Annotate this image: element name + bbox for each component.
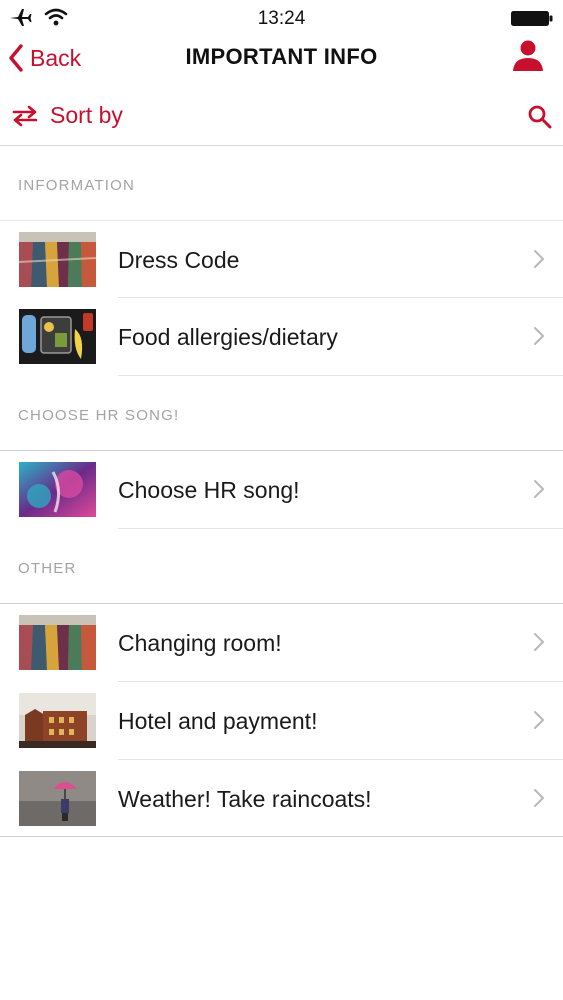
list-item-food-allergies[interactable]: Food allergies/dietary: [0, 298, 563, 375]
search-icon[interactable]: [527, 104, 553, 130]
section-title: OTHER: [18, 560, 77, 577]
clothes-rack-thumbnail: [19, 615, 96, 670]
sort-bar: Sort by: [0, 88, 563, 146]
divider: [0, 836, 563, 837]
clothes-rack-thumbnail: [19, 232, 96, 287]
list-item-dress-code[interactable]: Dress Code: [0, 221, 563, 298]
section-header-hr-song: CHOOSE HR SONG!: [0, 396, 563, 436]
status-bar: 13:24: [0, 0, 563, 36]
list-item-weather[interactable]: Weather! Take raincoats!: [0, 760, 563, 837]
list-item-label: Food allergies/dietary: [118, 324, 338, 350]
chevron-right-icon: [534, 250, 544, 268]
divider: [118, 528, 563, 529]
list-item-label: Hotel and payment!: [118, 708, 318, 734]
page-title: IMPORTANT INFO: [185, 44, 378, 69]
list-item-label: Changing room!: [118, 630, 282, 656]
umbrella-rain-thumbnail: [19, 771, 96, 826]
chevron-right-icon: [534, 789, 544, 807]
list-item-hr-song[interactable]: Choose HR song!: [0, 451, 563, 528]
swap-arrows-icon: [12, 105, 38, 126]
nav-bar: Back IMPORTANT INFO: [0, 36, 563, 80]
battery-icon: [511, 11, 553, 26]
chevron-right-icon: [534, 480, 544, 498]
list-item-label: Dress Code: [118, 247, 240, 273]
profile-icon[interactable]: [511, 38, 545, 74]
chevron-right-icon: [534, 633, 544, 651]
section-title: INFORMATION: [18, 177, 136, 194]
list-item-changing-room[interactable]: Changing room!: [0, 604, 563, 681]
sort-button[interactable]: Sort by: [10, 102, 123, 129]
status-time: 13:24: [257, 8, 306, 29]
chevron-right-icon: [534, 327, 544, 345]
list-item-label: Choose HR song!: [118, 477, 300, 503]
section-header-other: OTHER: [0, 549, 563, 589]
lunchbox-thumbnail: [19, 309, 96, 364]
colorful-music-thumbnail: [19, 462, 96, 517]
list-item-label: Weather! Take raincoats!: [118, 786, 372, 812]
chevron-right-icon: [534, 711, 544, 729]
section-title: CHOOSE HR SONG!: [18, 407, 180, 424]
sort-label: Sort by: [50, 102, 123, 128]
hotel-building-thumbnail: [19, 693, 96, 748]
divider: [118, 375, 563, 376]
list-item-hotel-payment[interactable]: Hotel and payment!: [0, 682, 563, 759]
section-header-information: INFORMATION: [0, 166, 563, 206]
